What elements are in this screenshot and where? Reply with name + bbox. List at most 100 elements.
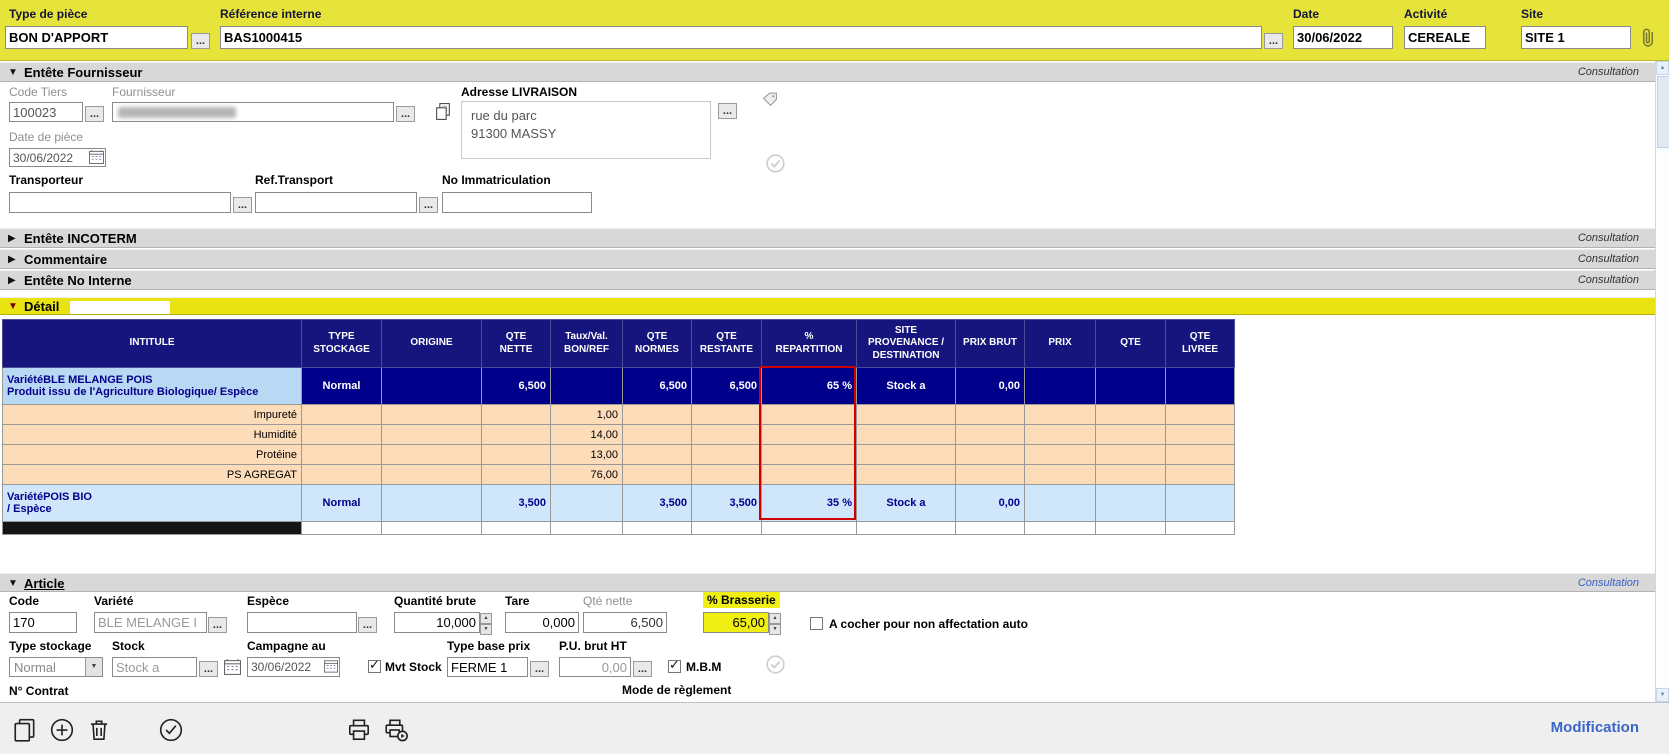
mbm-checkbox[interactable] (668, 660, 681, 673)
detail-cell[interactable] (1096, 522, 1166, 535)
detail-cell[interactable] (1025, 368, 1096, 405)
scroll-up-icon[interactable]: ▲ (1656, 61, 1669, 75)
detail-cell[interactable] (762, 445, 857, 465)
detail-cell[interactable]: Stock a (857, 368, 956, 405)
brasserie-input[interactable] (703, 612, 769, 633)
section-incoterm-header[interactable]: ▶ Entête INCOTERM Consultation (0, 228, 1655, 248)
detail-cell[interactable] (302, 522, 382, 535)
detail-cell[interactable] (382, 368, 482, 405)
calendar-icon[interactable] (89, 150, 104, 169)
detail-cell[interactable]: Humidité (3, 425, 302, 445)
detail-cell[interactable] (623, 445, 692, 465)
detail-column-header[interactable]: INTITULE (3, 320, 302, 368)
section-article-header[interactable]: ▼ Article Consultation (0, 573, 1655, 592)
detail-cell[interactable] (1166, 485, 1235, 522)
detail-cell[interactable] (302, 445, 382, 465)
detail-cell[interactable] (1096, 465, 1166, 485)
detail-cell[interactable] (482, 522, 551, 535)
detail-cell[interactable]: Stock a (857, 485, 956, 522)
type-stockage-select[interactable]: Normal ▼ (9, 657, 103, 677)
variete-input[interactable] (94, 612, 207, 633)
detail-cell[interactable] (956, 445, 1025, 465)
quantite-brute-input[interactable] (394, 612, 480, 633)
detail-column-header[interactable]: SITE PROVENANCE / DESTINATION (857, 320, 956, 368)
paperclip-icon[interactable] (1640, 27, 1656, 54)
detail-table-row[interactable]: VariétéPOIS BIO / EspèceNormal3,5003,500… (3, 485, 1235, 522)
detail-cell[interactable]: 1,00 (551, 405, 623, 425)
detail-cell[interactable] (692, 465, 762, 485)
detail-cell[interactable] (382, 425, 482, 445)
stock-input[interactable] (112, 657, 197, 677)
detail-cell[interactable]: VariétéBLE MELANGE POIS Produit issu de … (3, 368, 302, 405)
detail-column-header[interactable]: QTE NORMES (623, 320, 692, 368)
detail-cell[interactable]: 6,500 (623, 368, 692, 405)
detail-column-header[interactable]: ORIGINE (382, 320, 482, 368)
detail-column-header[interactable]: Taux/Val. BON/REF (551, 320, 623, 368)
activite-input[interactable] (1404, 26, 1486, 49)
scrollbar-thumb[interactable] (1657, 76, 1669, 148)
detail-cell[interactable]: 3,500 (623, 485, 692, 522)
detail-cell[interactable]: 35 % (762, 485, 857, 522)
transporteur-lookup-button[interactable]: ... (233, 197, 252, 213)
detail-cell[interactable] (857, 425, 956, 445)
detail-cell[interactable] (551, 485, 623, 522)
stock-calendar-icon[interactable] (224, 659, 241, 680)
new-document-icon[interactable] (12, 717, 38, 748)
detail-column-header[interactable]: TYPE STOCKAGE (302, 320, 382, 368)
detail-cell[interactable] (382, 445, 482, 465)
detail-cell[interactable] (762, 405, 857, 425)
espece-input[interactable] (247, 612, 357, 633)
detail-cell[interactable]: 0,00 (956, 485, 1025, 522)
detail-cell[interactable] (382, 405, 482, 425)
detail-column-header[interactable]: QTE (1096, 320, 1166, 368)
pu-brut-lookup-button[interactable]: ... (633, 661, 652, 677)
detail-cell[interactable] (857, 405, 956, 425)
stepper-up-icon[interactable]: ▲ (769, 613, 781, 624)
stepper-down-icon[interactable]: ▼ (480, 624, 492, 635)
detail-cell[interactable] (956, 425, 1025, 445)
detail-cell[interactable] (692, 405, 762, 425)
detail-cell[interactable] (1096, 368, 1166, 405)
detail-cell[interactable] (1096, 425, 1166, 445)
detail-table-row[interactable]: Protéine13,00 (3, 445, 1235, 465)
detail-cell[interactable] (482, 425, 551, 445)
section-fournisseur-header[interactable]: ▼ Entête Fournisseur Consultation (0, 62, 1655, 82)
type-piece-input[interactable] (5, 26, 188, 49)
detail-cell[interactable] (3, 522, 302, 535)
detail-cell[interactable] (623, 465, 692, 485)
detail-cell[interactable] (382, 465, 482, 485)
validate-icon[interactable] (158, 717, 184, 748)
detail-cell[interactable]: Normal (302, 485, 382, 522)
detail-cell[interactable] (1166, 465, 1235, 485)
detail-cell[interactable] (1166, 522, 1235, 535)
detail-cell[interactable] (302, 405, 382, 425)
detail-cell[interactable] (1166, 425, 1235, 445)
detail-cell[interactable] (623, 405, 692, 425)
detail-cell[interactable] (623, 522, 692, 535)
detail-cell[interactable]: 6,500 (692, 368, 762, 405)
no-immatriculation-input[interactable] (442, 192, 592, 213)
code-input[interactable] (9, 612, 77, 633)
detail-cell[interactable]: 6,500 (482, 368, 551, 405)
detail-cell[interactable] (302, 425, 382, 445)
detail-cell[interactable] (302, 465, 382, 485)
detail-cell[interactable] (762, 522, 857, 535)
detail-cell[interactable] (692, 522, 762, 535)
reference-input[interactable] (220, 26, 1262, 49)
add-icon[interactable] (49, 717, 75, 748)
detail-cell[interactable] (382, 522, 482, 535)
detail-cell[interactable] (857, 445, 956, 465)
transporteur-input[interactable] (9, 192, 231, 213)
site-input[interactable] (1521, 26, 1631, 49)
section-no-interne-header[interactable]: ▶ Entête No Interne Consultation (0, 270, 1655, 290)
detail-cell[interactable] (692, 425, 762, 445)
type-piece-lookup-button[interactable]: ... (191, 33, 210, 49)
type-base-prix-input[interactable] (447, 657, 528, 677)
tare-input[interactable] (505, 612, 579, 633)
detail-cell[interactable] (1096, 445, 1166, 465)
mvt-stock-checkbox[interactable] (368, 660, 381, 673)
detail-cell[interactable] (482, 445, 551, 465)
detail-column-header[interactable]: QTE RESTANTE (692, 320, 762, 368)
stepper-up-icon[interactable]: ▲ (480, 613, 492, 624)
section-detail-header[interactable]: ▼ Détail (0, 297, 1655, 315)
